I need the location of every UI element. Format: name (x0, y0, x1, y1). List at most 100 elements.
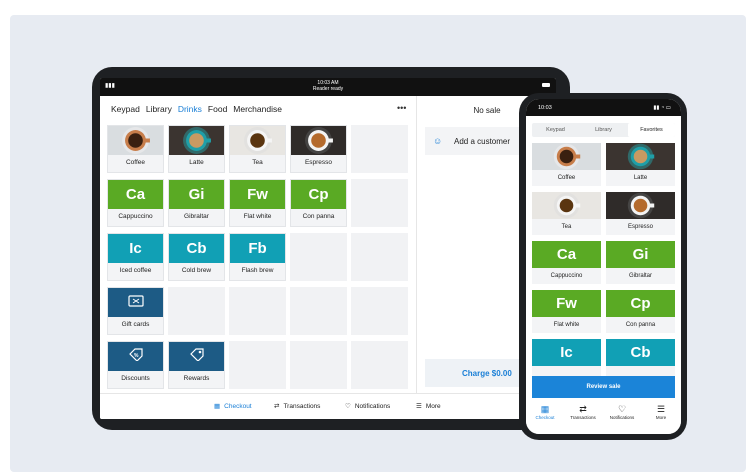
svg-text:%: % (134, 353, 139, 359)
item-label: Gift cards (121, 321, 150, 328)
battery-icon (542, 83, 550, 87)
arrows-icon: ⇄ (274, 403, 280, 410)
menu-icon: ☰ (416, 403, 422, 410)
item-label: Discounts (121, 375, 150, 382)
item-label: Cappuccino (118, 213, 153, 220)
nav-label: Transactions (283, 402, 321, 410)
nav-notifications[interactable]: ♡ Notifications (345, 402, 390, 411)
category-tabs: Keypad Library Drinks Food Merchandise (111, 104, 282, 114)
nav-transactions[interactable]: ⇄ Transactions (564, 403, 602, 420)
nav-label: Notifications (609, 415, 635, 420)
tab-food[interactable]: Food (208, 104, 227, 114)
phone-item-tile-coffee[interactable]: Coffee (532, 143, 601, 186)
item-label: Coffee (125, 159, 146, 166)
item-label: Tea (561, 224, 572, 230)
empty-tile (290, 233, 347, 281)
nav-checkout[interactable]: ▦ Checkout (214, 402, 252, 411)
item-tile-iced-coffee[interactable]: Ic Iced coffee (107, 233, 164, 281)
more-options-icon[interactable]: ••• (397, 103, 406, 113)
item-tile-latte[interactable]: Latte (168, 125, 225, 173)
bell-icon: ♡ (345, 403, 351, 410)
nav-label: More (425, 402, 441, 410)
item-label: Latte (633, 175, 648, 181)
coffee-photo (108, 126, 163, 155)
bell-icon: ♡ (617, 404, 627, 414)
item-tile-flash-brew[interactable]: Fb Flash brew (229, 233, 286, 281)
rewards-tag-icon (169, 342, 224, 371)
item-label: Espresso (627, 224, 653, 230)
item-label: Cold brew (181, 267, 212, 274)
item-tile-tea[interactable]: Tea (229, 125, 286, 173)
nav-more[interactable]: ☰ More (642, 403, 680, 420)
empty-tile (351, 179, 408, 227)
nav-checkout[interactable]: ▦ Checkout (526, 403, 564, 420)
tab-merchandise[interactable]: Merchandise (233, 104, 282, 114)
item-tile-gibraltar[interactable]: Gi Gibraltar (168, 179, 225, 227)
review-sale-button[interactable]: Review sale (532, 376, 675, 398)
nav-more[interactable]: ☰ More (416, 402, 441, 411)
item-abbreviation: Fw (532, 290, 601, 317)
empty-tile (290, 287, 347, 335)
phone-item-tile-flat-white[interactable]: Fw Flat white (532, 290, 601, 333)
phone-item-tile-cappuccino[interactable]: Ca Cappuccino (532, 241, 601, 284)
item-label: Tea (252, 159, 263, 166)
nav-label: Checkout (224, 402, 252, 410)
item-tile-cappuccino[interactable]: Ca Cappuccino (107, 179, 164, 227)
item-label: Iced coffee (119, 267, 152, 274)
phone-item-tile-con-panna[interactable]: Cp Con panna (606, 290, 675, 333)
item-tile-discounts[interactable]: % Discounts (107, 341, 164, 389)
phone-item-tile-latte[interactable]: Latte (606, 143, 675, 186)
tab-favorites[interactable]: Favorites (628, 123, 675, 137)
arrows-icon: ⇄ (579, 404, 587, 414)
phone-status-bar: 10:03 ▮▮ ◔ ▭ (526, 99, 681, 116)
item-tile-cold-brew[interactable]: Cb Cold brew (168, 233, 225, 281)
item-tile-con-panna[interactable]: Cp Con panna (290, 179, 347, 227)
tab-keypad[interactable]: Keypad (111, 104, 140, 114)
coffee-photo (532, 143, 601, 170)
tablet-bottom-nav: ▦ Checkout ⇄ Transactions ♡ Notifications ☰… (100, 393, 556, 419)
item-tile-flat-white[interactable]: Fw Flat white (229, 179, 286, 227)
empty-tile (351, 287, 408, 335)
item-label: Coffee (557, 175, 576, 181)
empty-tile (229, 287, 286, 335)
phone-item-tile-tea[interactable]: Tea (532, 192, 601, 235)
phone-item-tile-gibraltar[interactable]: Gi Gibraltar (606, 241, 675, 284)
espresso-photo (606, 192, 675, 219)
item-label: Cappuccino (550, 273, 583, 279)
item-label: Flat white (243, 213, 272, 220)
grid-icon: ▦ (214, 403, 221, 410)
item-tile-rewards[interactable]: Rewards (168, 341, 225, 389)
item-label: Gibraltar (184, 213, 209, 220)
tab-keypad[interactable]: Keypad (532, 123, 579, 137)
empty-tile (290, 341, 347, 389)
item-tile-espresso[interactable]: Espresso (290, 125, 347, 173)
item-label: Con panna (625, 322, 656, 328)
item-label: Flash brew (241, 267, 274, 274)
item-abbreviation: Gi (169, 180, 224, 209)
tablet-status-bar: ▮▮▮ 10:03 AM Reader ready (100, 78, 556, 96)
nav-label: Transactions (570, 415, 596, 420)
nav-notifications[interactable]: ♡ Notifications (603, 403, 641, 420)
menu-icon: ☰ (656, 404, 666, 414)
item-label: Rewards (183, 375, 210, 382)
tab-library[interactable]: Library (146, 104, 172, 114)
tab-drinks[interactable]: Drinks (178, 104, 202, 114)
item-label: Con panna (302, 213, 335, 220)
item-tile-coffee[interactable]: Coffee (107, 125, 164, 173)
phone-tabs: Keypad Library Favorites (532, 123, 675, 137)
item-tile-gift-cards[interactable]: Gift cards (107, 287, 164, 335)
nav-label: Checkout (535, 415, 555, 420)
nav-transactions[interactable]: ⇄ Transactions (274, 402, 321, 411)
signal-icon: ▮▮ ◔ ▭ (653, 105, 671, 111)
item-abbreviation: Cb (606, 339, 675, 366)
gift-card-icon (108, 288, 163, 317)
empty-tile (168, 287, 225, 335)
status-subtitle: Reader ready (312, 86, 344, 92)
tea-photo (230, 126, 285, 155)
item-abbreviation: Ca (108, 180, 163, 209)
phone-item-tile-espresso[interactable]: Espresso (606, 192, 675, 235)
item-abbreviation: Gi (606, 241, 675, 268)
tab-library[interactable]: Library (580, 123, 627, 137)
nav-label: More (655, 415, 667, 420)
charge-label: Charge $0.00 (462, 369, 512, 378)
